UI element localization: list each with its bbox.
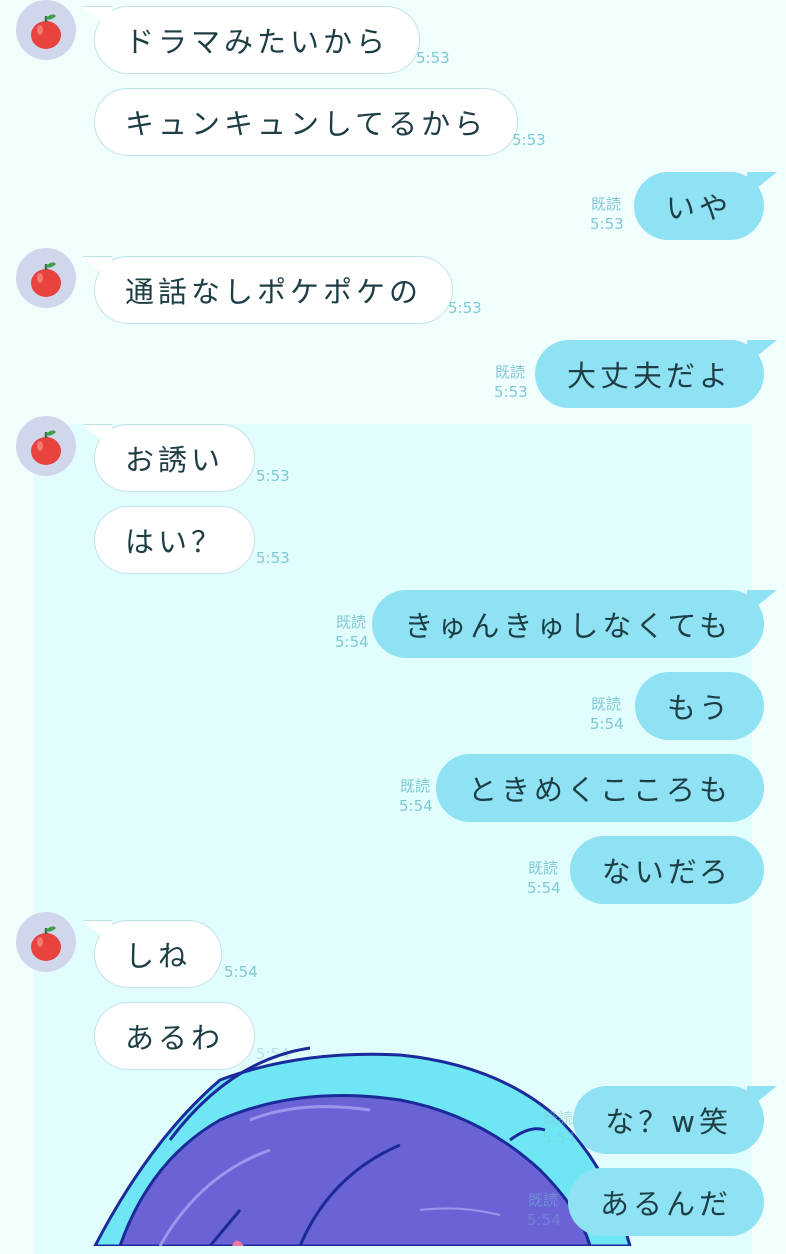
message-text: しね — [125, 939, 192, 973]
message-time: 5:53 — [494, 383, 528, 401]
bubble-tail — [82, 6, 112, 31]
message-time: 5:54 — [399, 797, 433, 815]
message-text: はい？ — [125, 525, 225, 559]
message-time: 5:54 — [527, 1211, 561, 1229]
outgoing-message-bubble[interactable]: きゅんきゅしなくても — [372, 590, 777, 658]
read-receipt: 既読 — [336, 613, 367, 631]
apple-icon — [31, 14, 61, 49]
message-time: 5:54 — [335, 633, 369, 651]
read-receipt: 既読 — [495, 363, 526, 381]
outgoing-message-bubble[interactable]: いや — [633, 172, 777, 240]
apple-icon — [31, 430, 61, 465]
message-text: いや — [665, 191, 732, 225]
contact-avatar[interactable] — [16, 416, 76, 476]
outgoing-message-bubble[interactable]: ないだろ — [569, 836, 764, 904]
message-time: 5:54 — [542, 1129, 576, 1147]
message-time: 5:54 — [590, 715, 624, 733]
apple-icon — [31, 262, 61, 297]
contact-avatar[interactable] — [16, 248, 76, 308]
message-text: 通話なしポケポケの — [125, 275, 423, 309]
bubble-tail — [747, 340, 777, 364]
incoming-message-bubble[interactable]: あるわ — [94, 1002, 256, 1070]
message-time: 5:54 — [527, 879, 561, 897]
message-time: 5:53 — [448, 299, 482, 317]
message-time: 5:53 — [256, 467, 290, 485]
apple-icon — [31, 926, 61, 961]
bubble-tail — [747, 172, 777, 196]
message-time: 5:54 — [224, 963, 258, 981]
read-receipt: 既読 — [400, 777, 431, 795]
message-time: 5:53 — [256, 549, 290, 567]
message-time: 5:53 — [416, 49, 450, 67]
read-receipt: 既読 — [543, 1109, 574, 1127]
message-time: 5:53 — [590, 215, 624, 233]
message-text: ドラマみたいから — [125, 25, 390, 59]
message-text: あるんだ — [599, 1187, 732, 1221]
message-time: 5:53 — [512, 131, 546, 149]
message-text: あるわ — [125, 1021, 225, 1055]
contact-avatar[interactable] — [16, 0, 76, 60]
message-text: ないだろ — [601, 855, 732, 889]
read-receipt: 既読 — [591, 195, 622, 213]
incoming-message-bubble[interactable]: キュンキュンしてるから — [94, 88, 519, 156]
message-text: ときめくこころも — [467, 773, 732, 807]
bubble-tail — [82, 256, 112, 281]
read-receipt: 既読 — [591, 695, 622, 713]
outgoing-message-bubble[interactable]: あるんだ — [567, 1168, 764, 1236]
incoming-message-bubble[interactable]: お誘い — [82, 424, 256, 492]
incoming-message-bubble[interactable]: しね — [82, 920, 223, 988]
bubble-tail — [747, 1086, 777, 1110]
outgoing-message-bubble[interactable]: な？w笑 — [573, 1086, 777, 1154]
contact-avatar[interactable] — [16, 912, 76, 972]
message-text: な？w笑 — [605, 1105, 732, 1139]
bubble-tail — [747, 590, 777, 614]
read-receipt: 既読 — [528, 1191, 559, 1209]
message-text: お誘い — [125, 443, 225, 477]
read-receipt: 既読 — [528, 859, 559, 877]
message-time: 5:54 — [256, 1045, 290, 1063]
message-text: キュンキュンしてるから — [125, 107, 488, 141]
message-text: きゅんきゅしなくても — [404, 609, 732, 643]
message-text: もう — [666, 691, 732, 725]
incoming-message-bubble[interactable]: 通話なしポケポケの — [82, 256, 454, 324]
incoming-message-bubble[interactable]: はい？ — [94, 506, 256, 574]
outgoing-message-bubble[interactable]: 大丈夫だよ — [534, 340, 777, 408]
outgoing-message-bubble[interactable]: ときめくこころも — [435, 754, 764, 822]
incoming-message-bubble[interactable]: ドラマみたいから — [82, 6, 421, 74]
message-text: 大丈夫だよ — [566, 359, 732, 393]
outgoing-message-bubble[interactable]: もう — [634, 672, 764, 740]
